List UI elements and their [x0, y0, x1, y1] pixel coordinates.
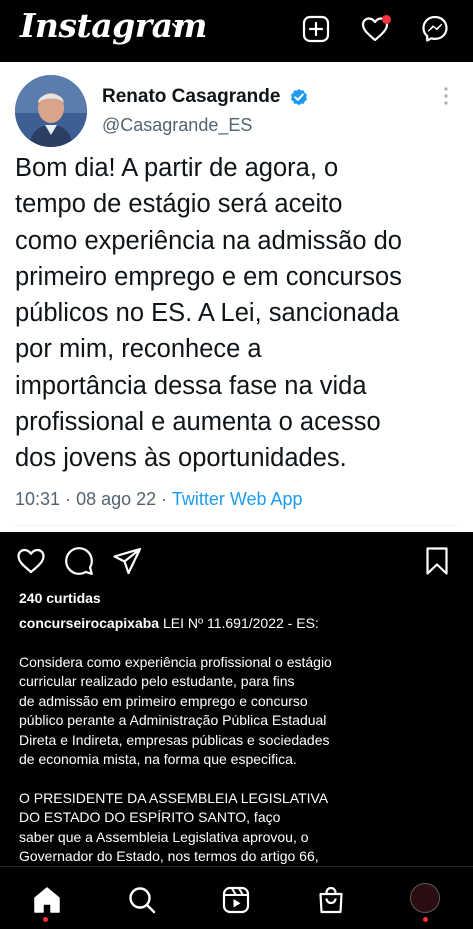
- caption-username[interactable]: concurseirocapixaba: [19, 615, 159, 631]
- caption-line: O PRESIDENTE DA ASSEMBLEIA LEGISLATIVA: [19, 790, 329, 806]
- caption-line: saber que a Assembleia Legislativa aprov…: [19, 828, 309, 845]
- tweet-meta: 10:31 · 08 ago 22 · Twitter Web App: [15, 489, 303, 510]
- bookmark-save-icon[interactable]: [421, 545, 453, 577]
- notification-dot: [423, 917, 428, 922]
- caption-line: Direta e Indireta, empresas públicas e s…: [19, 731, 330, 748]
- tweet-text-line: como experiência na admissão do: [15, 226, 402, 255]
- like-count[interactable]: 240 curtidas: [19, 590, 101, 606]
- tweet-time: 10:31: [15, 489, 61, 509]
- tweet-text-line: profissional e aumenta o acesso: [15, 408, 381, 437]
- caption-title: LEI Nº 11.691/2022 - ES:: [162, 615, 319, 631]
- caption-line: curricular realizado pelo estudante, par…: [19, 673, 295, 690]
- caption-paragraph: Considera como experiência profissional …: [19, 653, 459, 769]
- notification-dot: [382, 15, 391, 24]
- tweet-text-line: por mim, reconhece a: [15, 335, 262, 364]
- caption-line: de admissão em primeiro emprego e concur…: [19, 692, 308, 709]
- caption-paragraph: O PRESIDENTE DA ASSEMBLEIA LEGISLATIVA D…: [19, 789, 459, 867]
- meta-separator: ·: [65, 489, 77, 509]
- like-heart-icon[interactable]: [15, 545, 47, 577]
- reels-icon[interactable]: [221, 885, 251, 915]
- tweet-text: Bom dia! A partir de agora, o tempo de e…: [15, 150, 463, 477]
- create-post-icon[interactable]: [301, 14, 331, 44]
- tweet-author-handle: @Casagrande_ES: [102, 115, 253, 135]
- comment-icon[interactable]: [63, 545, 95, 577]
- chevron-down-icon[interactable]: [171, 22, 185, 32]
- share-send-icon[interactable]: [111, 545, 143, 577]
- messenger-icon[interactable]: [420, 14, 450, 44]
- tweet-text-line: Bom dia! A partir de agora, o: [15, 154, 339, 182]
- tweet-text-line: primeiro emprego e em concursos: [15, 262, 402, 291]
- shop-icon[interactable]: [316, 885, 346, 915]
- meta-separator: ·: [161, 489, 172, 509]
- caption-line: público perante a Administração Pública …: [19, 712, 327, 729]
- profile-avatar[interactable]: [410, 883, 440, 913]
- tweet-author-name: Renato Casagrande: [102, 86, 281, 107]
- tweet-text-line: dos jovens às oportunidades.: [15, 444, 347, 473]
- search-icon[interactable]: [127, 885, 157, 915]
- caption-line: de economia mista, na forma que especifi…: [19, 751, 297, 768]
- tweet-card: Renato Casagrande @Casagrande_ES Bom dia…: [0, 62, 473, 532]
- more-options-icon: [444, 87, 448, 105]
- caption-line: DO ESTADO DO ESPÍRITO SANTO, faço: [19, 809, 281, 826]
- notification-dot: [43, 917, 48, 922]
- bottom-nav: [0, 866, 473, 929]
- tweet-date: 08 ago 22: [76, 489, 157, 509]
- tweet-text-line: tempo de estágio será aceito: [15, 190, 343, 219]
- caption-line: Considera como experiência profissional …: [19, 654, 332, 670]
- divider: [15, 525, 458, 526]
- caption-first-line: concurseirocapixaba LEI Nº 11.691/2022 -…: [19, 615, 319, 631]
- caption-line: Governador do Estado, nos termos do arti…: [19, 848, 319, 865]
- tweet-text-line: públicos no ES. A Lei, sancionada: [15, 299, 400, 328]
- top-bar: Instagram: [0, 0, 473, 62]
- tweet-text-line: importância dessa fase na vida: [15, 371, 367, 400]
- tweet-author-avatar: [15, 75, 87, 147]
- verified-badge-icon: [291, 89, 307, 106]
- home-icon[interactable]: [32, 885, 62, 915]
- tweet-source: Twitter Web App: [171, 489, 303, 509]
